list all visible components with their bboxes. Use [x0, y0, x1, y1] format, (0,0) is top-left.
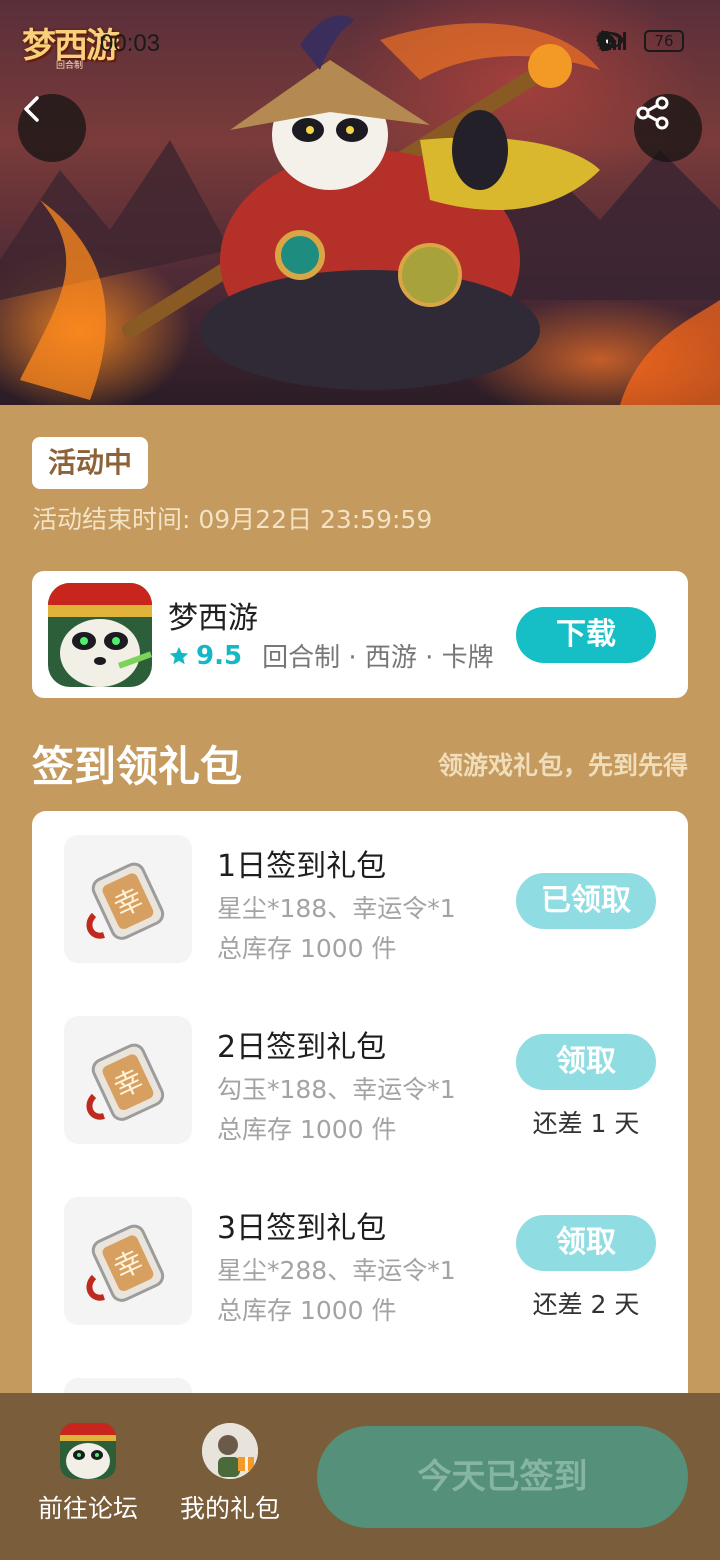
gift-thumbnail: 幸	[64, 1197, 192, 1325]
lucky-token-icon: 幸	[86, 1043, 165, 1121]
gift-list: 幸 1日签到礼包 星尘*188、幸运令*1 总库存 1000 件 已领取 幸 2…	[32, 811, 688, 1431]
claim-button[interactable]: 领取	[516, 1034, 656, 1090]
my-gifts-nav-button[interactable]: 我的礼包	[170, 1423, 290, 1525]
gift-thumbnail: 幸	[64, 1016, 192, 1144]
battery-indicator: 76	[644, 30, 684, 52]
hero-banner: 梦西游 回合制 00:03 4G 76	[0, 0, 720, 405]
gift-row: 幸 2日签到礼包 勾玉*188、幸运令*1 总库存 1000 件 领取 还差 1…	[32, 992, 688, 1144]
forum-nav-button[interactable]: 前往论坛	[28, 1423, 148, 1525]
forum-label: 前往论坛	[37, 1494, 138, 1523]
gift-title: 2日签到礼包	[217, 1030, 387, 1065]
gift-title: 3日签到礼包	[217, 1211, 387, 1246]
status-bar: 梦西游 回合制 00:03 4G 76	[0, 0, 720, 90]
game-forum-icon	[60, 1423, 116, 1479]
gift-items: 星尘*288、幸运令*1	[217, 1256, 456, 1285]
gift-stock: 总库存 1000 件	[217, 1296, 397, 1325]
game-card[interactable]: 梦西游 9.5 回合制 · 西游 · 卡牌 下载	[32, 571, 688, 698]
gift-title: 1日签到礼包	[217, 849, 387, 884]
chevron-left-icon	[24, 96, 39, 122]
gift-items: 星尘*188、幸运令*1	[217, 894, 456, 923]
claimed-button[interactable]: 已领取	[516, 873, 656, 929]
activity-end-time: 活动结束时间: 09月22日 23:59:59	[32, 505, 433, 534]
game-tags: 回合制 · 西游 · 卡牌	[262, 643, 494, 673]
user-avatar	[202, 1423, 258, 1479]
gift-items: 勾玉*188、幸运令*1	[217, 1075, 456, 1104]
gift-stock: 总库存 1000 件	[217, 934, 397, 963]
days-remaining: 还差 1 天	[532, 1109, 640, 1138]
game-rating: 9.5 回合制 · 西游 · 卡牌	[168, 637, 494, 674]
share-button[interactable]	[634, 94, 702, 162]
rating-value: 9.5	[196, 640, 243, 671]
star-icon	[169, 646, 189, 664]
gift-stock: 总库存 1000 件	[217, 1115, 397, 1144]
signed-in-button[interactable]: 今天已签到	[317, 1426, 688, 1528]
lucky-token-icon: 幸	[86, 1224, 165, 1302]
download-button[interactable]: 下载	[516, 607, 656, 663]
status-icons: 4G 76	[596, 30, 692, 52]
bottom-bar: 前往论坛 我的礼包 今天已签到	[0, 1393, 720, 1560]
lucky-token-icon: 幸	[86, 862, 165, 940]
status-time: 00:03	[100, 30, 161, 57]
gift-row: 幸 3日签到礼包 星尘*288、幸运令*1 总库存 1000 件 领取 还差 2…	[32, 1173, 688, 1325]
back-button[interactable]	[18, 94, 86, 162]
days-remaining: 还差 2 天	[532, 1290, 640, 1319]
gift-thumbnail: 幸	[64, 835, 192, 963]
section-subtitle: 领游戏礼包，先到先得	[437, 751, 688, 780]
game-name: 梦西游	[168, 601, 258, 636]
logo-subtitle: 回合制	[56, 61, 84, 71]
claim-button[interactable]: 领取	[516, 1215, 656, 1271]
game-app-icon	[48, 583, 152, 687]
section-title: 签到领礼包	[32, 742, 243, 791]
share-icon	[636, 96, 669, 130]
my-gifts-label: 我的礼包	[179, 1494, 280, 1523]
activity-status-badge: 活动中	[32, 437, 149, 489]
gift-row: 幸 1日签到礼包 星尘*188、幸运令*1 总库存 1000 件 已领取	[32, 811, 688, 963]
